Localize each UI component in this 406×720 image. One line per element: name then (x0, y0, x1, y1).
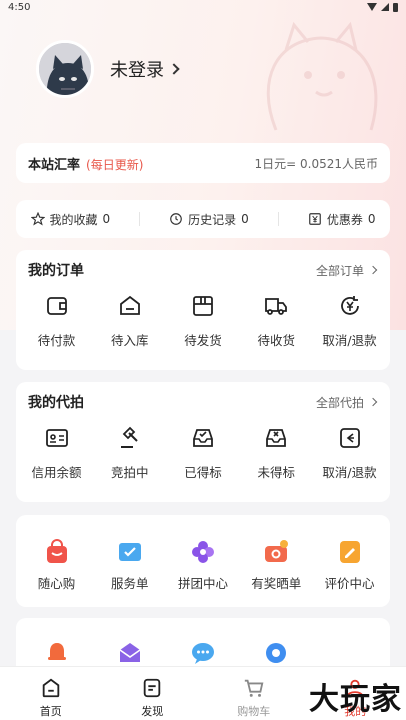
refund-icon (339, 428, 360, 448)
id-card-icon (45, 429, 68, 447)
bid-in-progress[interactable]: 竞拍中 (93, 422, 166, 481)
order-cancel-refund[interactable]: 取消/退款 (313, 290, 386, 349)
divider (139, 212, 141, 226)
inbox-check-icon (193, 429, 213, 447)
inbox-x-icon (266, 429, 287, 447)
more-messages[interactable] (93, 636, 166, 666)
tab-cart[interactable]: 购物车 (224, 677, 284, 719)
more-settings[interactable] (240, 636, 313, 666)
shopping-bag-icon (46, 539, 67, 563)
bid-won[interactable]: 已得标 (167, 422, 240, 481)
stat-favorites[interactable]: 我的收藏 0 (30, 211, 111, 228)
battery-icon (393, 2, 398, 12)
order-pending-receipt[interactable]: 待收货 (240, 290, 313, 349)
chevron-right-icon (368, 265, 378, 275)
yen-ticket-icon (308, 213, 321, 225)
rate-hint: (每日更新) (86, 157, 144, 172)
edit-review-icon (339, 541, 360, 563)
bid-credit-balance[interactable]: 信用余额 (20, 422, 93, 481)
mail-icon (119, 643, 141, 662)
bid-lost[interactable]: 未得标 (240, 422, 313, 481)
order-pending-shipment[interactable]: 待发货 (167, 290, 240, 349)
signal-icon (381, 3, 389, 11)
stat-coupons[interactable]: 优惠券 0 (308, 211, 376, 228)
camera-reward-icon (265, 540, 289, 562)
orders-title: 我的订单 (28, 263, 84, 279)
more-notifications[interactable] (20, 636, 93, 666)
cat-avatar-icon (39, 43, 91, 95)
login-link[interactable]: 未登录 (110, 56, 180, 82)
more-chat[interactable] (167, 636, 240, 666)
service-group-buy[interactable]: 拼团中心 (167, 535, 240, 592)
all-orders-link[interactable]: 全部订单 (315, 262, 378, 279)
stat-count: 0 (102, 212, 111, 226)
warehouse-icon (119, 295, 140, 315)
home-icon (42, 678, 59, 698)
order-pending-warehouse[interactable]: 待入库 (93, 290, 166, 349)
all-bids-link[interactable]: 全部代拍 (315, 394, 378, 411)
status-time: 4:50 (8, 1, 31, 13)
divider (277, 212, 279, 226)
chat-icon (192, 643, 214, 664)
cart-icon (244, 679, 264, 697)
box-icon (193, 296, 213, 316)
service-orders[interactable]: 服务单 (93, 535, 166, 592)
gavel-icon (120, 426, 138, 448)
stat-count: 0 (241, 212, 249, 226)
bid-cancel-refund[interactable]: 取消/退款 (313, 422, 386, 481)
exchange-rate-card: 本站汇率 (每日更新) 1日元= 0.0521人民币 (16, 143, 390, 183)
star-icon (30, 212, 45, 226)
wifi-icon (367, 3, 377, 11)
stat-history[interactable]: 历史记录 0 (169, 211, 249, 228)
service-photo-reward[interactable]: 有奖晒单 (240, 535, 313, 592)
profile-login-area[interactable]: 未登录 (36, 40, 180, 98)
watermark-logo: 大玩家 (309, 682, 402, 717)
chevron-right-icon (368, 397, 378, 407)
bell-icon (47, 643, 66, 660)
stat-count: 0 (367, 212, 376, 226)
yen-refund-icon (340, 296, 359, 315)
rate-label: 本站汇率 (28, 157, 81, 173)
settings-icon (266, 643, 287, 663)
checklist-icon (118, 543, 141, 561)
group-flower-icon (192, 541, 214, 563)
clock-icon (170, 213, 182, 225)
all-bids-label: 全部代拍 (315, 395, 364, 410)
stats-bar: 我的收藏 0 历史记录 0 优惠券 0 (16, 200, 390, 238)
tab-home[interactable]: 首页 (21, 677, 81, 719)
stat-label: 我的收藏 (49, 212, 98, 227)
rate-value: 1日元= 0.0521人民币 (254, 156, 379, 171)
wallet-icon (46, 297, 67, 315)
stat-label: 历史记录 (188, 212, 237, 227)
discover-icon (144, 678, 161, 698)
bids-title: 我的代拍 (28, 395, 84, 411)
status-bar: 4:50 (0, 0, 406, 14)
truck-icon (265, 298, 288, 315)
bids-section: 我的代拍 全部代拍 信用余额 竞拍中 已得标 未得标 取消/退款 (16, 382, 390, 502)
login-label: 未登录 (110, 60, 164, 81)
service-free-shopping[interactable]: 随心购 (20, 535, 93, 592)
orders-section: 我的订单 全部订单 待付款 待入库 待发货 待收货 取消/退款 (16, 250, 390, 370)
avatar[interactable] (36, 40, 94, 98)
order-pending-payment[interactable]: 待付款 (20, 290, 93, 349)
chevron-right-icon (168, 63, 180, 75)
all-orders-label: 全部订单 (315, 263, 364, 278)
tab-discover[interactable]: 发现 (122, 677, 182, 719)
service-review-center[interactable]: 评价中心 (313, 535, 386, 592)
cat-decoration-icon (266, 21, 378, 131)
stat-label: 优惠券 (326, 212, 363, 227)
services-section: 随心购 服务单 拼团中心 有奖晒单 评价中心 (16, 515, 390, 607)
